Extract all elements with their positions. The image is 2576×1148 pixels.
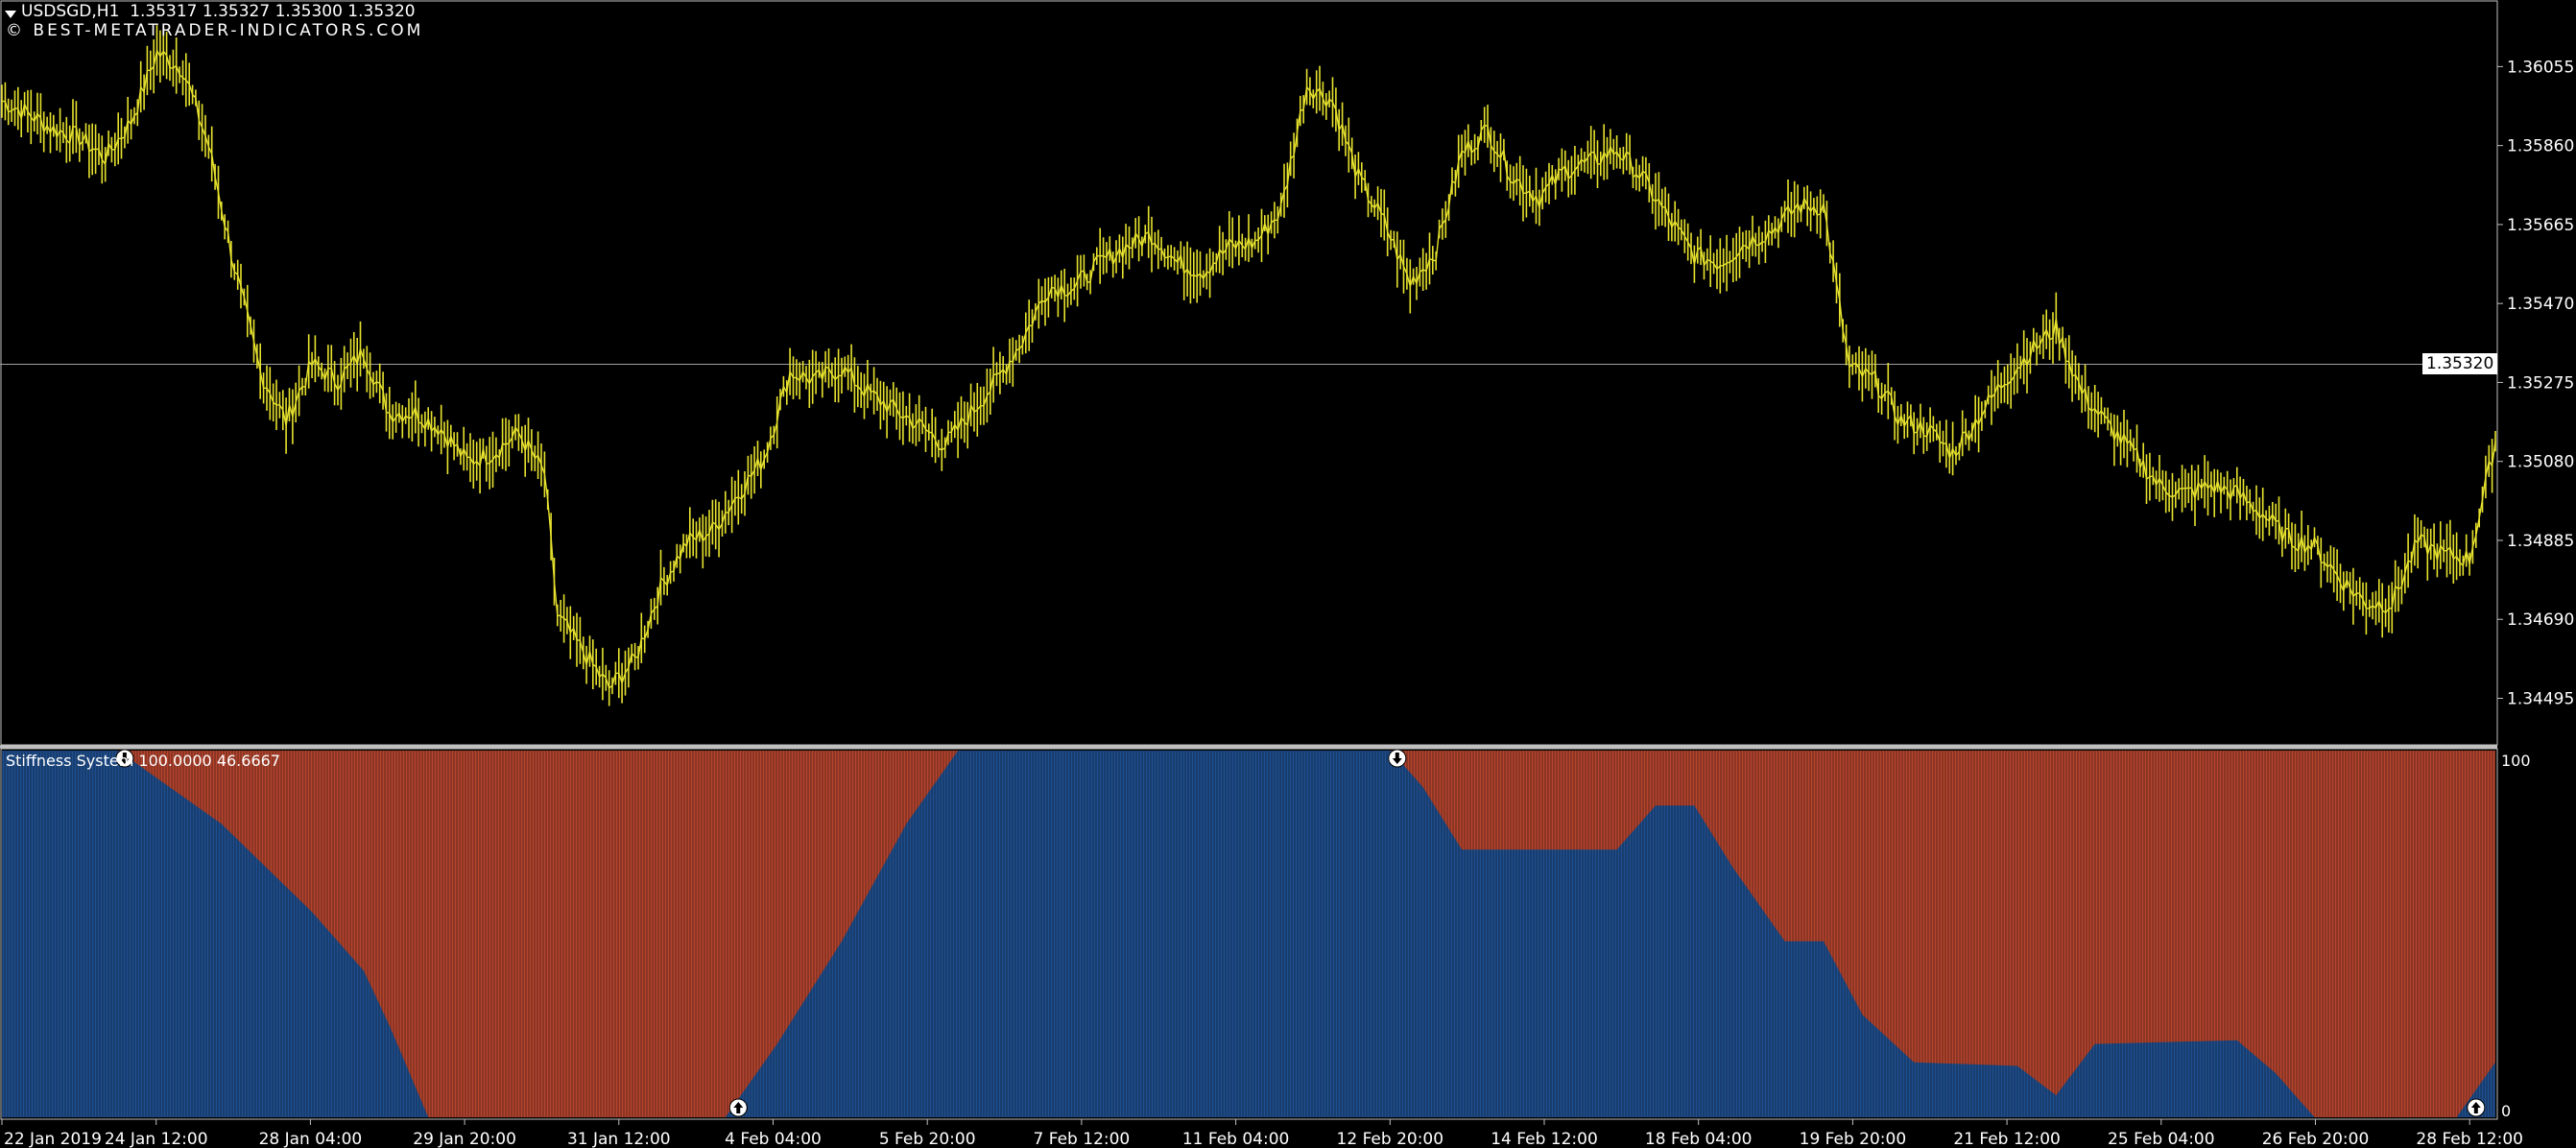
time-axis-label: 28 Jan 04:00 (259, 1130, 363, 1148)
indicator-axis-top: 100 (2501, 752, 2531, 770)
indicator-label: Stiffness System 100.0000 46.6667 (6, 752, 280, 770)
time-axis-label: 26 Feb 20:00 (2262, 1130, 2370, 1148)
time-axis-label: 28 Feb 12:00 (2416, 1130, 2523, 1148)
time-axis-label: 12 Feb 20:00 (1337, 1130, 1444, 1148)
price-series-line (1, 48, 2496, 690)
current-price-tag: 1.35320 (2422, 353, 2497, 375)
indicator-histogram-hatch (1, 751, 2496, 1117)
price-bars (1, 25, 2496, 706)
price-axis-label: 1.34690 (2507, 610, 2574, 630)
time-axis-label: 21 Feb 12:00 (1953, 1130, 2061, 1148)
price-axis-label: 1.35470 (2507, 295, 2574, 314)
indicator-axis-bottom: 0 (2501, 1102, 2512, 1120)
time-axis-label: 25 Feb 04:00 (2108, 1130, 2215, 1148)
time-axis-label: 14 Feb 12:00 (1491, 1130, 1598, 1148)
price-axis-label: 1.35665 (2507, 216, 2574, 235)
price-axis-label: 1.35080 (2507, 453, 2574, 472)
time-axis-label: 19 Feb 20:00 (1800, 1130, 1907, 1148)
time-axis-label: 5 Feb 20:00 (879, 1130, 976, 1148)
price-axis-label: 1.36055 (2507, 58, 2574, 77)
price-axis-label: 1.34885 (2507, 532, 2574, 551)
price-axis-label: 1.35860 (2507, 137, 2574, 156)
symbol-menu-icon[interactable] (5, 11, 16, 18)
price-axis-label: 1.35275 (2507, 373, 2574, 393)
time-axis-label: 24 Jan 12:00 (105, 1130, 208, 1148)
price-pane-frame (0, 0, 2498, 746)
time-axis-label: 31 Jan 12:00 (567, 1130, 671, 1148)
time-axis-label: 4 Feb 04:00 (725, 1130, 822, 1148)
symbol-quote-line: USDSGD,H1 1.35317 1.35327 1.35300 1.3532… (21, 2, 416, 21)
chart-canvas[interactable]: 1.36055 1.35860 1.35665 1.35470 1.35275 1.350… (0, 0, 2576, 1148)
watermark: © BEST-METATRADER-INDICATORS.COM (6, 21, 424, 40)
time-axis-label: 29 Jan 20:00 (413, 1130, 516, 1148)
time-axis-label: 11 Feb 04:00 (1182, 1130, 1290, 1148)
time-axis-label: 7 Feb 12:00 (1034, 1130, 1131, 1148)
time-axis-label: 22 Jan 2019 (4, 1130, 102, 1148)
price-axis-label: 1.34495 (2507, 689, 2574, 708)
time-axis-label: 18 Feb 04:00 (1645, 1130, 1753, 1148)
